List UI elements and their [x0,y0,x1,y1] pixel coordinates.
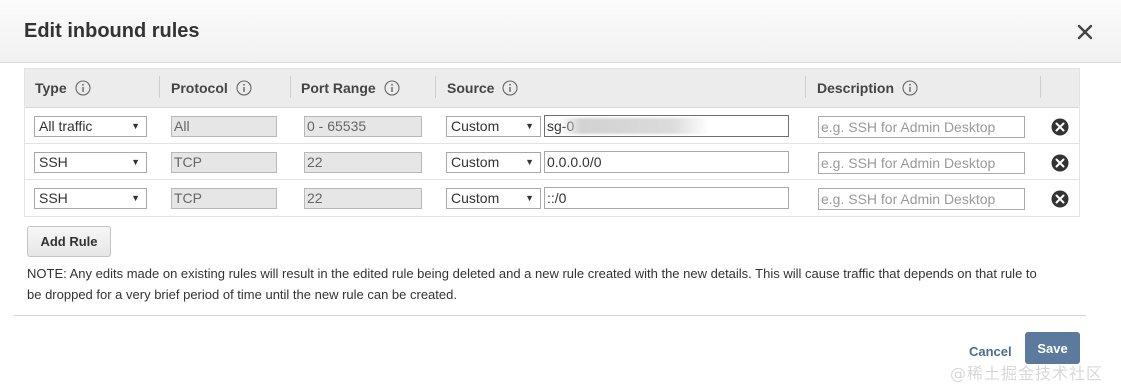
footer-divider [14,315,1086,316]
source-type-value: Custom [451,190,500,206]
edit-warning-note: NOTE: Any edits made on existing rules w… [27,266,1037,302]
info-icon[interactable] [236,80,252,96]
header-type: Type [35,80,91,96]
table-row: SSH ▼ TCP 22 Custom ▼ ::/0 e.g. SSH for … [25,180,1079,216]
source-type-select[interactable]: Custom ▼ [446,116,541,137]
column-divider [159,76,160,98]
protocol-field: All [171,116,277,137]
source-type-select[interactable]: Custom ▼ [446,188,541,209]
remove-circle-icon[interactable] [1051,154,1069,172]
column-divider [1040,76,1041,98]
port-range-field: 0 - 65535 [304,116,422,137]
type-select[interactable]: All traffic ▼ [34,116,147,137]
column-divider [435,76,436,98]
info-icon[interactable] [75,80,91,96]
source-input[interactable]: sg-0 [544,115,789,137]
table-row: All traffic ▼ All 0 - 65535 Custom ▼ sg-… [25,108,1079,144]
type-select[interactable]: SSH ▼ [34,152,147,173]
port-range-field: 22 [304,152,422,173]
type-select-value: All traffic [39,118,93,134]
chevron-down-icon: ▼ [131,157,140,167]
chevron-down-icon: ▼ [525,121,534,131]
dialog-header: Edit inbound rules [0,0,1121,63]
chevron-down-icon: ▼ [525,157,534,167]
remove-circle-icon[interactable] [1051,190,1069,208]
chevron-down-icon: ▼ [525,193,534,203]
protocol-field: TCP [171,188,277,209]
chevron-down-icon: ▼ [131,193,140,203]
watermark: @稀土掘金技术社区 [950,364,1104,383]
source-input[interactable]: 0.0.0.0/0 [544,151,789,173]
header-port-range-label: Port Range [301,80,376,96]
header-source-label: Source [447,80,495,96]
cancel-button[interactable]: Cancel [969,344,1012,359]
type-select-value: SSH [39,154,68,170]
source-type-select[interactable]: Custom ▼ [446,152,541,173]
header-type-label: Type [35,80,67,96]
protocol-field: TCP [171,152,277,173]
add-rule-button[interactable]: Add Rule [27,226,111,257]
remove-circle-icon[interactable] [1051,118,1069,136]
header-description: Description [817,80,918,96]
header-description-label: Description [817,80,895,96]
description-input[interactable]: e.g. SSH for Admin Desktop [818,188,1025,210]
table-header: Type Protocol Port Range Source Descript… [25,69,1079,108]
source-input[interactable]: ::/0 [544,187,789,209]
port-range-field: 22 [304,188,422,209]
column-divider [290,76,291,98]
source-type-value: Custom [451,154,500,170]
description-input[interactable]: e.g. SSH for Admin Desktop [818,152,1025,174]
header-protocol-label: Protocol [171,80,228,96]
info-icon[interactable] [902,80,918,96]
info-icon[interactable] [384,80,400,96]
column-divider [805,76,806,98]
rules-table: Type Protocol Port Range Source Descript… [24,68,1080,217]
redacted-mask [559,118,709,134]
header-port-range: Port Range [301,80,400,96]
description-input[interactable]: e.g. SSH for Admin Desktop [818,116,1025,138]
header-protocol: Protocol [171,80,252,96]
type-select[interactable]: SSH ▼ [34,188,147,209]
header-source: Source [447,80,519,96]
table-row: SSH ▼ TCP 22 Custom ▼ 0.0.0.0/0 e.g. SSH… [25,144,1079,180]
type-select-value: SSH [39,190,68,206]
info-icon[interactable] [502,80,519,96]
close-icon[interactable] [1075,22,1095,42]
source-type-value: Custom [451,118,500,134]
dialog-title: Edit inbound rules [24,20,200,42]
chevron-down-icon: ▼ [131,121,140,131]
